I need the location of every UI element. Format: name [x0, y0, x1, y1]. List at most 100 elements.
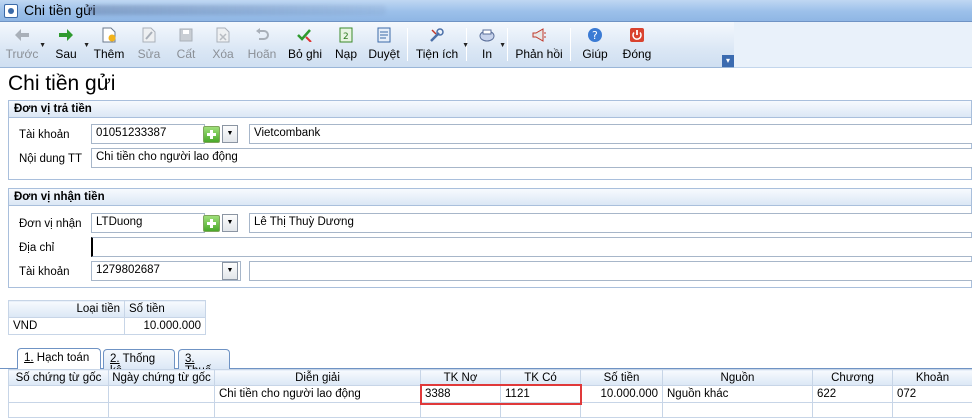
payee-account-dropdown[interactable]: ▼: [222, 262, 238, 280]
print-label: In: [481, 47, 492, 61]
delete-button[interactable]: Xóa: [204, 22, 242, 67]
add-document-icon: [100, 26, 118, 44]
tools-icon: [428, 26, 446, 44]
empty-cell[interactable]: [892, 402, 972, 418]
undo-icon: [253, 26, 271, 44]
svg-text:?: ?: [592, 29, 598, 42]
tab-tax-key: 3.: [185, 353, 195, 365]
edit-label: Sửa: [137, 47, 161, 61]
currency-cell[interactable]: VND: [8, 317, 125, 335]
cell-amount[interactable]: 10.000.000: [580, 385, 663, 403]
col-header-item[interactable]: Khoản: [892, 369, 972, 386]
payee-address-input[interactable]: [91, 237, 972, 257]
col-header-description[interactable]: Diễn giải: [214, 369, 421, 386]
empty-cell[interactable]: [8, 402, 109, 418]
payee-bank-input[interactable]: [249, 261, 972, 281]
tab-accounting-label: Hạch toán: [33, 352, 90, 364]
payee-group-header: Đơn vị nhận tiền: [9, 189, 971, 206]
print-icon: [478, 26, 496, 44]
arrow-left-icon: [13, 26, 31, 44]
payee-unit-label: Đơn vị nhận: [19, 218, 82, 230]
payee-unit-input[interactable]: LTDuong: [91, 213, 205, 233]
payer-account-dropdown[interactable]: ▼: [222, 125, 238, 143]
col-header-chapter[interactable]: Chương: [812, 369, 893, 386]
delete-icon: [214, 26, 232, 44]
add-button[interactable]: Thêm: [88, 22, 130, 67]
browse-icon: [375, 26, 393, 44]
payee-account-input[interactable]: 1279802687: [91, 261, 241, 281]
empty-cell[interactable]: [214, 402, 421, 418]
unpost-label: Bỏ ghi: [287, 47, 323, 61]
empty-cell[interactable]: [812, 402, 893, 418]
chevron-down-icon[interactable]: ▼: [499, 42, 506, 49]
col-header-source[interactable]: Nguồn: [662, 369, 813, 386]
cell-orig-doc-no[interactable]: [8, 385, 109, 403]
help-label: Giúp: [582, 47, 608, 61]
edit-button[interactable]: Sửa: [130, 22, 168, 67]
close-button[interactable]: Đóng: [616, 22, 658, 67]
payer-content-label: Nội dung TT: [19, 153, 83, 165]
payer-bank-name[interactable]: Vietcombank: [249, 124, 972, 144]
add-payer-account-button[interactable]: [203, 126, 220, 143]
browse-label: Duyệt: [368, 47, 400, 61]
window-titlebar: Chi tiền gửi: [0, 0, 972, 22]
browse-button[interactable]: Duyệt: [364, 22, 404, 67]
title-path-blur: [86, 5, 386, 15]
tab-accounting-key: 1.: [24, 352, 34, 364]
toolbar-separator: [507, 28, 508, 61]
payee-address-label: Địa chỉ: [19, 242, 55, 254]
cell-item[interactable]: 072: [892, 385, 972, 403]
toolbar: Trước ▼ Sau ▼ Thêm Sửa Cất Xóa Hoãn Bỏ g…: [0, 22, 734, 68]
empty-cell[interactable]: [580, 402, 663, 418]
payer-account-input[interactable]: 01051233387: [91, 124, 205, 144]
col-header-orig-doc-no[interactable]: Số chứng từ gốc: [8, 369, 109, 386]
save-button[interactable]: Cất: [168, 22, 204, 67]
save-icon: [177, 26, 195, 44]
prev-button[interactable]: Trước ▼: [0, 22, 46, 67]
cell-orig-doc-date[interactable]: [108, 385, 215, 403]
cell-chapter[interactable]: 622: [812, 385, 893, 403]
amount-cell[interactable]: 10.000.000: [124, 317, 206, 335]
reload-icon: 2: [337, 26, 355, 44]
toolbar-separator: [407, 28, 408, 61]
svg-text:2: 2: [343, 32, 349, 42]
print-button[interactable]: In ▼: [470, 22, 506, 67]
undo-button[interactable]: Hoãn: [242, 22, 282, 67]
tab-tax[interactable]: 3. Thuế: [178, 349, 230, 377]
amount-header: Số tiền: [124, 300, 206, 318]
next-label: Sau: [55, 47, 77, 61]
toolbar-separator: [570, 28, 571, 61]
cell-description[interactable]: Chi tiền cho người lao động: [214, 385, 421, 403]
undo-label: Hoãn: [247, 47, 277, 61]
page-title: Chi tiền gửi: [8, 72, 116, 95]
payee-unit-dropdown[interactable]: ▼: [222, 214, 238, 232]
empty-cell[interactable]: [662, 402, 813, 418]
tab-statistics[interactable]: 2. Thống kê: [103, 349, 175, 377]
unpost-button[interactable]: Bỏ ghi: [282, 22, 328, 67]
power-icon: [628, 26, 646, 44]
tab-accounting[interactable]: 1. Hạch toán: [17, 348, 101, 370]
payee-unit-name[interactable]: Lê Thị Thuỳ Dương: [249, 213, 972, 233]
payer-content-input[interactable]: Chi tiền cho người lao động: [91, 148, 972, 168]
window-title: Chi tiền gửi: [24, 2, 96, 18]
feedback-label: Phản hồi: [515, 47, 563, 61]
col-header-orig-doc-date[interactable]: Ngày chứng từ gốc: [108, 369, 215, 386]
toolbar-overflow-icon[interactable]: ▾: [722, 55, 734, 67]
detail-tabs: 1. Hạch toán 2. Thống kê 3. Thuế: [0, 347, 972, 377]
feedback-button[interactable]: Phản hồi: [511, 22, 567, 67]
tools-button[interactable]: Tiện ích ▼: [411, 22, 469, 67]
edit-icon: [140, 26, 158, 44]
payer-account-label: Tài khoản: [19, 129, 70, 141]
next-button[interactable]: Sau ▼: [44, 22, 90, 67]
payer-group-header: Đơn vị trả tiền: [9, 101, 971, 118]
tools-label: Tiện ích: [415, 47, 459, 61]
cell-source[interactable]: Nguồn khác: [662, 385, 813, 403]
payee-account-label: Tài khoản: [19, 266, 70, 278]
empty-cell[interactable]: [108, 402, 215, 418]
reload-button[interactable]: 2 Nạp: [328, 22, 364, 67]
col-header-amount[interactable]: Số tiền: [580, 369, 663, 386]
chevron-down-icon[interactable]: ▼: [462, 42, 469, 49]
help-button[interactable]: ? Giúp: [574, 22, 616, 67]
add-payee-button[interactable]: [203, 215, 220, 232]
currency-header: Loại tiền: [8, 300, 125, 318]
